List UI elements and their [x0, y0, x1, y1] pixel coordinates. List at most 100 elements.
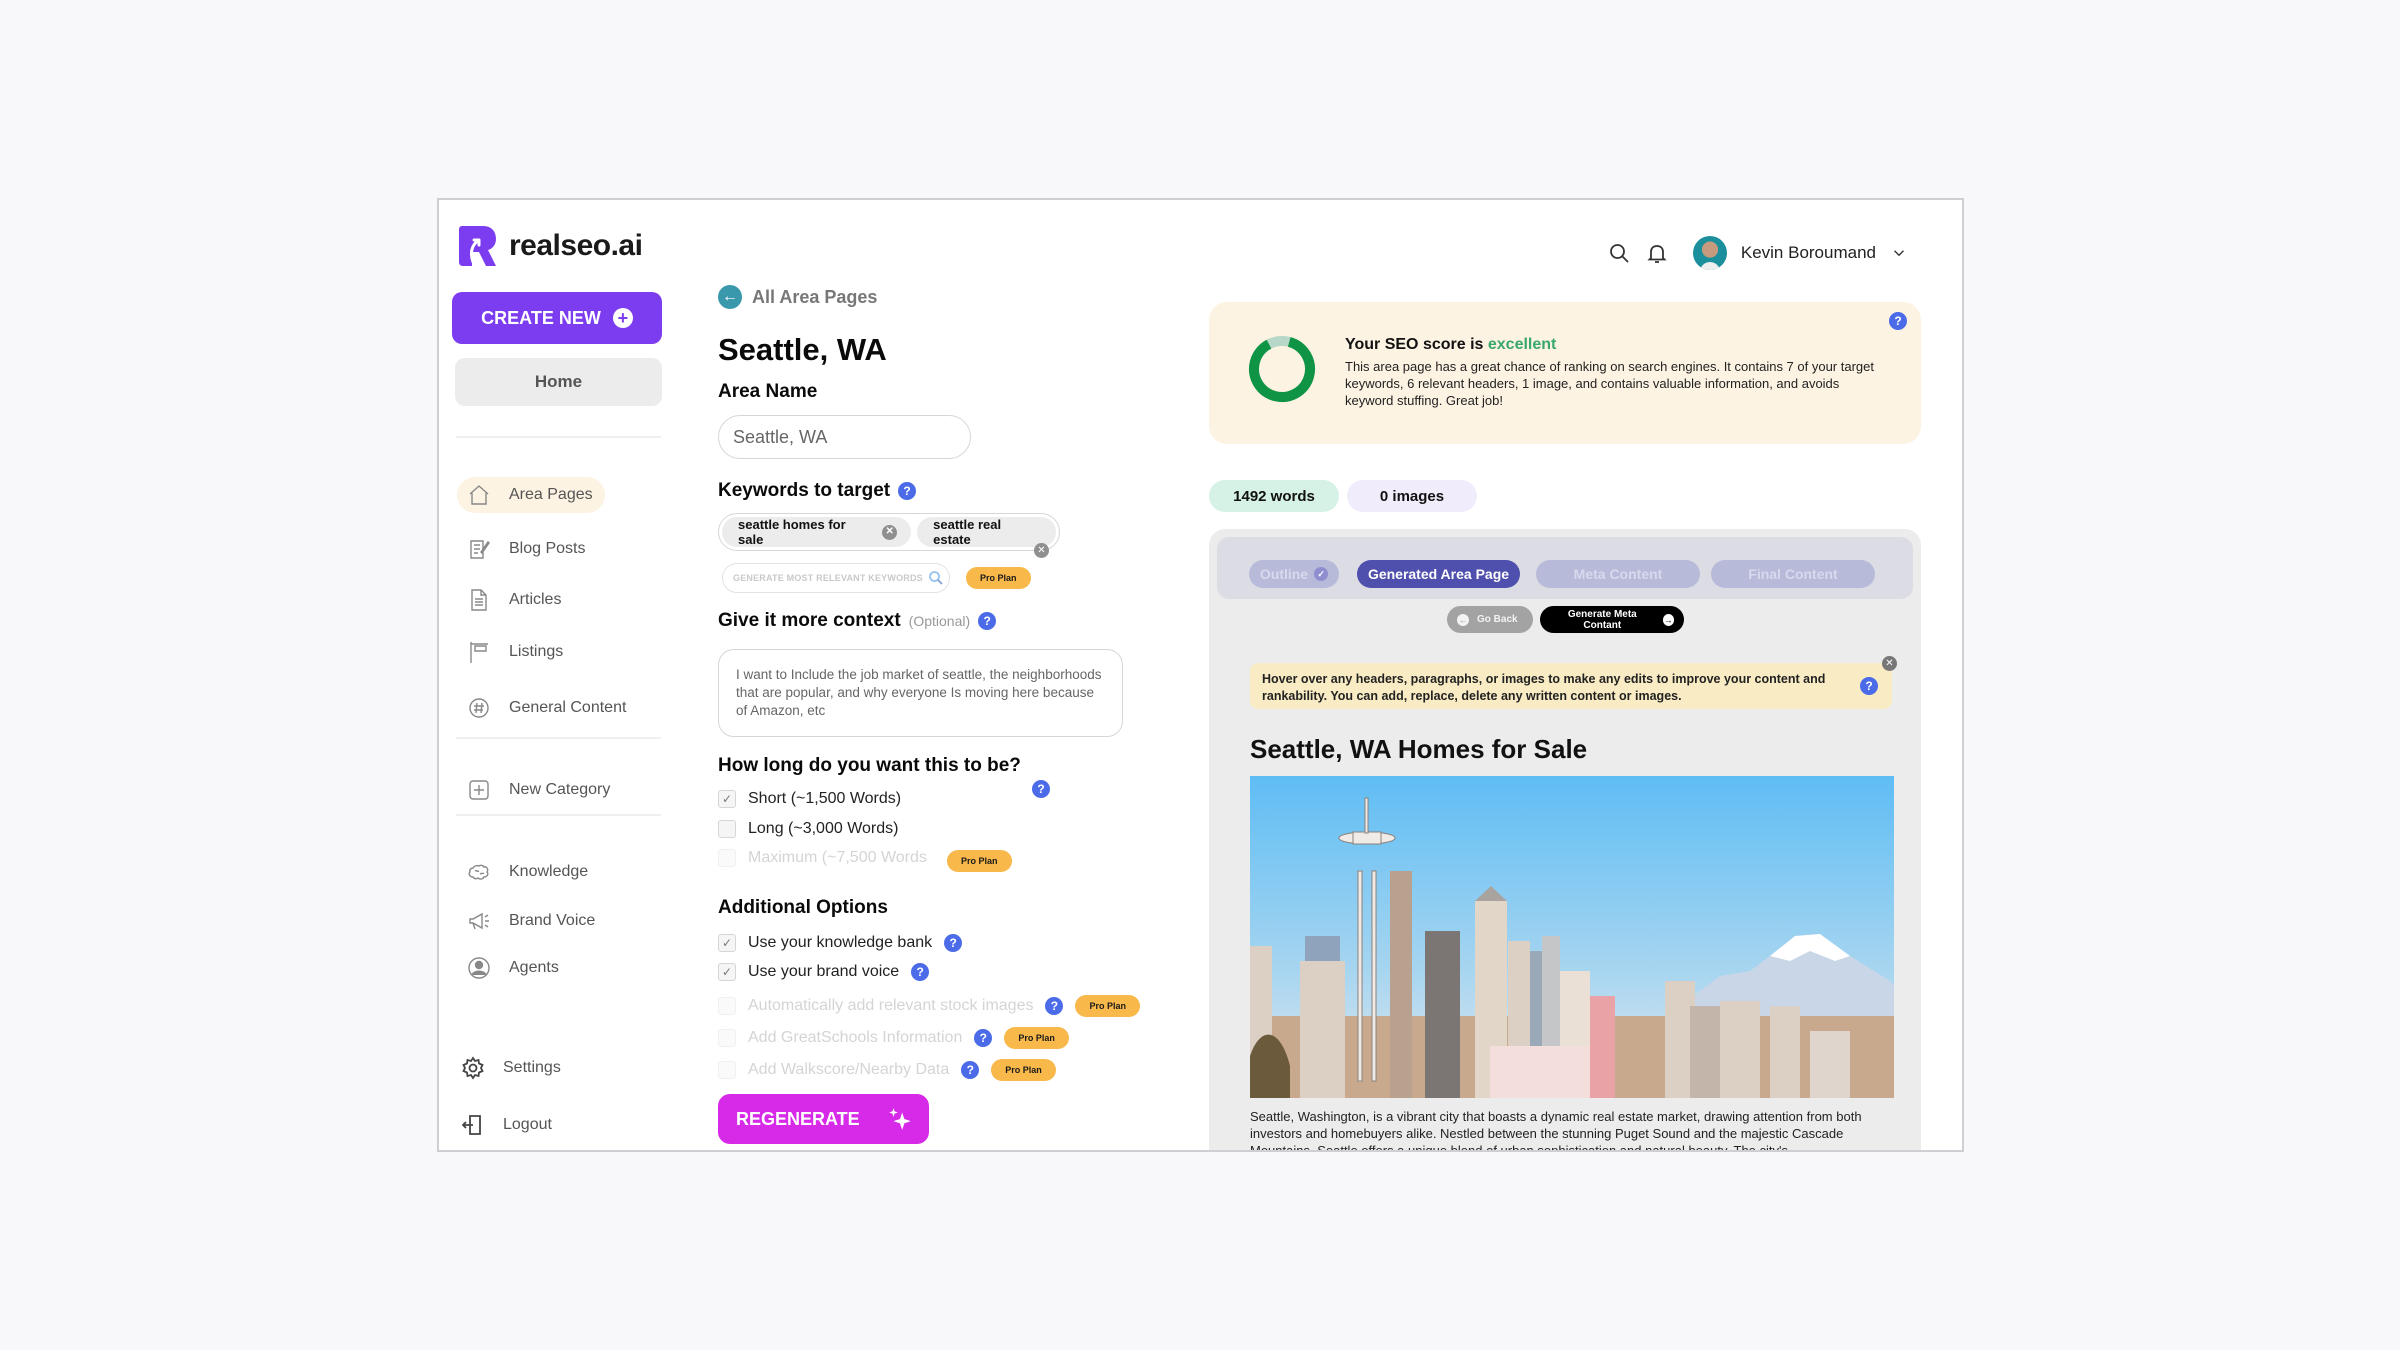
create-new-button[interactable]: CREATE NEW +	[452, 292, 662, 344]
seo-title-prefix: Your SEO score is	[1345, 336, 1484, 353]
top-header: Kevin Boroumand	[1607, 236, 1908, 270]
sidebar-item-label: Knowledge	[509, 863, 589, 880]
sidebar-divider	[456, 436, 661, 438]
help-icon[interactable]: ?	[1032, 780, 1050, 798]
context-label-text: Give it more context	[718, 610, 901, 631]
keyword-chip: seattle real estate	[917, 517, 1056, 547]
sidebar-item-label: Agents	[509, 959, 559, 976]
pro-plan-badge: Pro Plan	[947, 850, 1012, 872]
option-label: Use your knowledge bank	[748, 934, 933, 951]
generate-keywords-button[interactable]: GENERATE MOST RELEVANT KEYWORDS	[722, 563, 950, 593]
remove-keyword-icon[interactable]: ✕	[1034, 543, 1049, 558]
sparkle-icon	[889, 1108, 911, 1130]
checkbox-checked[interactable]: ✓	[718, 963, 736, 981]
help-icon[interactable]: ?	[944, 934, 963, 952]
go-back-button[interactable]: ← Go Back	[1447, 606, 1533, 633]
pro-plan-badge: Pro Plan	[991, 1059, 1056, 1081]
seo-score-title: Your SEO score is excellent	[1345, 336, 1556, 354]
logout-icon	[461, 1115, 481, 1135]
sidebar-item-blog-posts[interactable]: Blog Posts	[457, 531, 597, 567]
home-button[interactable]: Home	[455, 358, 662, 406]
search-icon[interactable]	[1607, 241, 1631, 265]
length-label-text: How long do you want this to be?	[718, 755, 1021, 776]
plus-circle-icon: +	[612, 308, 633, 328]
keyword-chip-label: seattle homes for sale	[738, 517, 846, 547]
checkbox-checked[interactable]: ✓	[718, 934, 736, 952]
help-icon[interactable]: ?	[911, 963, 930, 981]
step-generated-area-page[interactable]: Generated Area Page	[1357, 560, 1520, 588]
generate-meta-content-button[interactable]: Generate Meta Contant →	[1540, 606, 1684, 633]
content-preview-panel: Outline ✓ Generated Area Page Meta Conte…	[1209, 529, 1921, 1150]
bell-icon[interactable]	[1645, 241, 1669, 265]
keywords-label-text: Keywords to target	[718, 480, 891, 501]
sidebar-item-label: Brand Voice	[509, 912, 596, 929]
seo-score-card: Your SEO score is excellent This area pa…	[1209, 302, 1921, 444]
arrow-left-circle-icon: ←	[1457, 613, 1469, 626]
step-label: Meta Content	[1573, 566, 1663, 582]
step-outline[interactable]: Outline ✓	[1249, 560, 1339, 588]
option-brand-voice[interactable]: ✓ Use your brand voice ?	[718, 963, 930, 981]
length-option-short[interactable]: ✓ Short (~1,500 Words)	[718, 790, 901, 808]
arrow-left-circle-icon: ←	[718, 285, 742, 309]
sidebar-item-general-content[interactable]: General Content	[457, 690, 638, 726]
sign-post-icon	[470, 642, 488, 663]
option-label: Long (~3,000 Words)	[748, 820, 899, 837]
sidebar-item-label: Blog Posts	[509, 540, 586, 557]
user-circle-icon	[468, 957, 490, 979]
user-avatar[interactable]	[1692, 236, 1727, 270]
help-icon[interactable]: ?	[974, 1029, 993, 1047]
additional-options-label: Additional Options	[718, 897, 888, 919]
close-icon[interactable]: ✕	[1882, 656, 1897, 671]
article-body[interactable]: Seattle, Washington, is a vibrant city t…	[1250, 1108, 1880, 1150]
sidebar-divider	[456, 737, 661, 739]
area-name-input[interactable]	[718, 415, 971, 459]
step-meta-content[interactable]: Meta Content	[1536, 560, 1700, 588]
help-icon[interactable]: ?	[1889, 312, 1907, 330]
help-icon[interactable]: ?	[1045, 997, 1064, 1015]
article-title[interactable]: Seattle, WA Homes for Sale	[1250, 734, 1587, 765]
brain-icon	[468, 864, 489, 880]
remove-keyword-icon[interactable]: ✕	[882, 524, 898, 540]
checkbox-disabled	[718, 1061, 736, 1079]
document-icon	[471, 589, 487, 611]
help-icon[interactable]: ?	[961, 1061, 980, 1079]
step-final-content[interactable]: Final Content	[1711, 560, 1875, 588]
edit-tip-banner: Hover over any headers, paragraphs, or i…	[1250, 663, 1892, 709]
length-option-long[interactable]: Long (~3,000 Words)	[718, 820, 898, 838]
seo-description: This area page has a great chance of ran…	[1345, 359, 1874, 408]
chevron-down-icon[interactable]	[1890, 244, 1908, 262]
regenerate-button[interactable]: REGENERATE	[718, 1094, 929, 1144]
sidebar-item-logout[interactable]: Logout	[451, 1107, 564, 1143]
sidebar-item-knowledge[interactable]: Knowledge	[457, 854, 600, 890]
context-label: Give it more context (Optional) ?	[718, 610, 997, 632]
sidebar-item-agents[interactable]: Agents	[457, 950, 571, 986]
option-greatschools: Add GreatSchools Information ? Pro Plan	[718, 1027, 1069, 1049]
length-option-maximum: Maximum (~7,500 Words	[718, 849, 927, 867]
sidebar-item-brand-voice[interactable]: Brand Voice	[457, 903, 607, 939]
keyword-chip: seattle homes for sale ✕	[722, 517, 912, 547]
option-knowledge-bank[interactable]: ✓ Use your knowledge bank ?	[718, 934, 963, 952]
sidebar-item-listings[interactable]: Listings	[457, 634, 575, 670]
keywords-input[interactable]: seattle homes for sale ✕ seattle real es…	[718, 513, 1060, 551]
area-name-label-text: Area Name	[718, 381, 818, 402]
user-name[interactable]: Kevin Boroumand	[1741, 243, 1876, 263]
back-to-area-pages-link[interactable]: ← All Area Pages	[718, 285, 877, 309]
sidebar-item-label: Articles	[509, 591, 562, 608]
sidebar-item-articles[interactable]: Articles	[457, 582, 573, 618]
sidebar-item-new-category[interactable]: New Category	[457, 772, 622, 808]
help-icon[interactable]: ?	[978, 612, 997, 630]
sidebar-item-settings[interactable]: Settings	[451, 1050, 573, 1086]
step-label: Final Content	[1748, 566, 1838, 582]
sidebar-item-area-pages[interactable]: Area Pages	[457, 477, 605, 513]
sidebar-item-label: Listings	[509, 643, 564, 660]
app-window: realseo.ai CREATE NEW + Home Area Pages …	[437, 198, 1964, 1152]
brand-logo[interactable]: realseo.ai	[459, 226, 643, 266]
help-icon[interactable]: ?	[898, 482, 917, 500]
sidebar-item-label: Logout	[503, 1116, 552, 1133]
help-icon[interactable]: ?	[1860, 677, 1878, 695]
checkbox-checked[interactable]: ✓	[718, 790, 736, 808]
hero-image[interactable]	[1250, 776, 1894, 1098]
checkbox[interactable]	[718, 820, 736, 838]
context-textarea[interactable]	[718, 649, 1123, 737]
option-label: Add GreatSchools Information	[748, 1029, 963, 1046]
